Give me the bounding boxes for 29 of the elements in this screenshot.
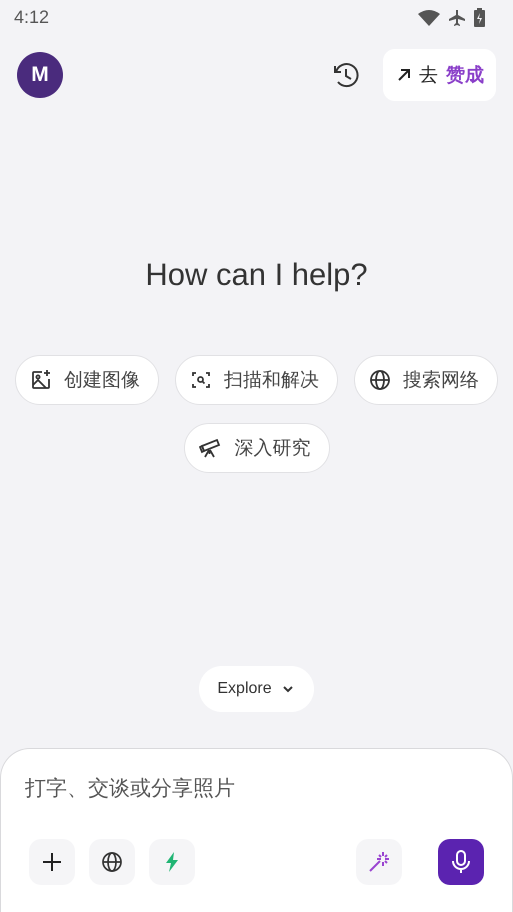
explore-button[interactable]: Explore (199, 666, 314, 712)
microphone-button[interactable] (438, 839, 484, 885)
web-search-button[interactable] (89, 839, 135, 885)
globe-icon (101, 851, 123, 873)
magic-wand-button[interactable] (356, 839, 402, 885)
telescope-icon (198, 437, 222, 459)
chevron-down-icon (282, 685, 294, 693)
battery-icon (474, 8, 485, 27)
greeting-heading: How can I help? (145, 256, 368, 294)
clock-time: 4:12 (14, 7, 50, 28)
lightning-button[interactable] (149, 839, 195, 885)
magic-wand-icon (367, 850, 391, 874)
avatar[interactable]: M (17, 52, 63, 98)
suggestion-chip[interactable]: 创建图像 (15, 355, 159, 405)
microphone-icon (450, 850, 472, 874)
image-add-icon (30, 369, 52, 391)
suggestion-chip[interactable]: 搜索网络 (354, 355, 498, 405)
suggestion-chip[interactable]: 扫描和解决 (175, 355, 338, 405)
airplane-icon (448, 8, 466, 26)
arrow-icon (397, 68, 411, 82)
suggestion-chip[interactable]: 深入研究 (184, 423, 330, 473)
add-button[interactable] (29, 839, 75, 885)
globe-icon (369, 369, 391, 391)
plus-icon (42, 852, 62, 872)
upgrade-button[interactable]: 去 赞成 (383, 49, 496, 101)
scan-icon (190, 369, 212, 391)
history-icon[interactable] (331, 60, 361, 90)
wifi-icon (418, 10, 440, 26)
lightning-icon (165, 852, 179, 872)
